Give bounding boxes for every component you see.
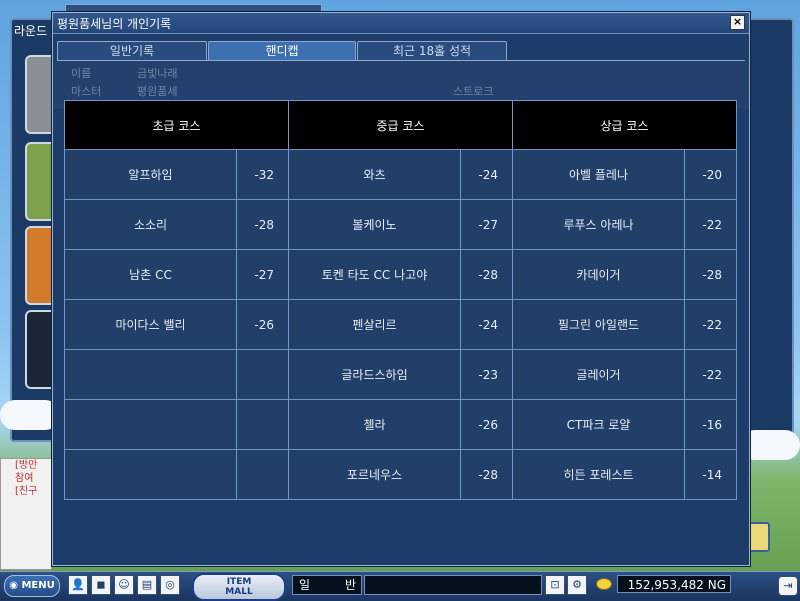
faded-value: 금빛나래 [137,67,178,80]
exit-icon[interactable]: ⇥ [778,576,798,596]
course-name-cell: 알프하임 [64,149,237,200]
handicap-value-cell: -22 [684,349,737,400]
menu-label: MENU [21,580,55,591]
chat-option-icon[interactable]: ⊡ [545,575,565,595]
faded-label: 이름 [71,67,92,80]
handicap-value-cell: -32 [236,149,289,200]
tab-general-record[interactable]: 일반기록 [57,41,207,61]
course-name-cell: 펜살리르 [288,299,461,350]
target-icon[interactable]: ◎ [160,575,180,595]
handicap-value-cell [236,399,289,450]
course-name-cell: 토켄 타도 CC 나고야 [288,249,461,300]
course-name-cell: 필그린 아일랜드 [512,299,685,350]
car-icon[interactable]: ◼ [91,575,111,595]
handicap-value-cell: -28 [236,199,289,250]
tab-underline [57,60,745,61]
handicap-value-cell: -27 [236,249,289,300]
handicap-value-cell: -26 [460,399,513,450]
faded-label: 마스터 [71,85,102,98]
table-row: 알프하임 -32 와츠 -24 아벨 플레나 -20 [64,149,737,200]
header-advanced-course: 상급 코스 [512,100,737,150]
course-name-cell: 포르네우스 [288,449,461,500]
chat-input[interactable] [364,575,542,595]
header-intermediate-course: 중급 코스 [288,100,513,150]
item-mall-label-1: ITEM [226,577,252,587]
tab-recent-18-hole[interactable]: 최근 18홀 성적 [357,41,507,61]
handicap-value-cell: -16 [684,399,737,450]
course-name-cell: 히든 포레스트 [512,449,685,500]
handicap-value-cell: -28 [684,249,737,300]
chat-line: 참여 [15,473,34,484]
personal-record-window: 평원품세님의 개인기록 × 이름 금빛나래 마스터 평원품세 스트로크 일반기록… [52,12,750,566]
handicap-value-cell: -24 [460,149,513,200]
handicap-value-cell: -14 [684,449,737,500]
handicap-value-cell: -28 [460,449,513,500]
course-name-cell: 볼케이노 [288,199,461,250]
course-name-cell [64,349,237,400]
course-name-cell: 와츠 [288,149,461,200]
gold-coin-icon [596,578,612,590]
handicap-value-cell [236,449,289,500]
item-mall-button[interactable]: ITEM MALL [192,573,286,601]
handicap-value-cell: -20 [684,149,737,200]
handicap-value-cell: -23 [460,349,513,400]
channel-label-1: 일 [299,578,311,592]
course-name-cell: 첼라 [288,399,461,450]
table-row: 글라드스하임 -23 글레이거 -22 [64,349,737,400]
table-row: 마이다스 밸리 -26 펜살리르 -24 필그린 아일랜드 -22 [64,299,737,350]
table-row: 첼라 -26 CT파크 로얄 -16 [64,399,737,450]
faded-value: 평원품세 [137,85,178,98]
handicap-value-cell [236,349,289,400]
table-row: 남촌 CC -27 토켄 타도 CC 나고야 -28 카데이거 -28 [64,249,737,300]
course-name-cell: 소소리 [64,199,237,250]
course-name-cell: 글레이거 [512,349,685,400]
handicap-value-cell: -27 [460,199,513,250]
table-row: 포르네우스 -28 히든 포레스트 -14 [64,449,737,500]
course-name-cell: 아벨 플레나 [512,149,685,200]
background-chat-panel: [방만 참여 [친구 [0,458,52,570]
channel-selector[interactable]: 일 반 [292,575,362,595]
course-name-cell [64,399,237,450]
faded-value: 스트로크 [453,85,494,98]
handicap-value-cell: -24 [460,299,513,350]
course-name-cell: CT파크 로얄 [512,399,685,450]
handicap-table: 초급 코스 중급 코스 상급 코스 알프하임 -32 와츠 -24 아벨 플레나 -20 소… [64,100,737,500]
close-icon[interactable]: × [730,15,745,30]
cloud [0,400,60,430]
menu-icon: ◉ [9,580,18,591]
channel-label-2: 반 [345,578,357,592]
handicap-value-cell: -22 [684,299,737,350]
bottom-bar: ◉ MENU 👤 ◼ ☺ ▤ ◎ ITEM MALL 일 반 ⊡ ⚙ 152,9… [0,571,800,601]
table-row: 소소리 -28 볼케이노 -27 루푸스 아레나 -22 [64,199,737,250]
item-mall-label-2: MALL [225,587,253,597]
course-name-cell: 카데이거 [512,249,685,300]
table-header-row: 초급 코스 중급 코스 상급 코스 [64,100,737,150]
course-name-cell: 마이다스 밸리 [64,299,237,350]
course-name-cell [64,449,237,500]
course-name-cell: 남촌 CC [64,249,237,300]
header-beginner-course: 초급 코스 [64,100,289,150]
course-name-cell: 루푸스 아레나 [512,199,685,250]
handicap-value-cell: -28 [460,249,513,300]
chat-line: [친구 [15,486,38,497]
course-name-cell: 글라드스하임 [288,349,461,400]
window-titlebar[interactable]: 평원품세님의 개인기록 × [53,13,749,34]
tab-handicap[interactable]: 핸디캡 [208,41,356,61]
friends-icon[interactable]: ☺ [114,575,134,595]
notes-icon[interactable]: ▤ [137,575,157,595]
ng-balance: 152,953,482 NG [617,575,731,593]
profile-icon[interactable]: 👤 [68,575,88,595]
handicap-value-cell: -22 [684,199,737,250]
handicap-value-cell: -26 [236,299,289,350]
window-title: 평원품세님의 개인기록 [57,17,172,31]
chat-line: [방만 [15,460,38,471]
background-lobby-title: 라운드 [14,24,48,38]
settings-gear-icon[interactable]: ⚙ [567,575,587,595]
menu-button[interactable]: ◉ MENU [4,575,60,597]
